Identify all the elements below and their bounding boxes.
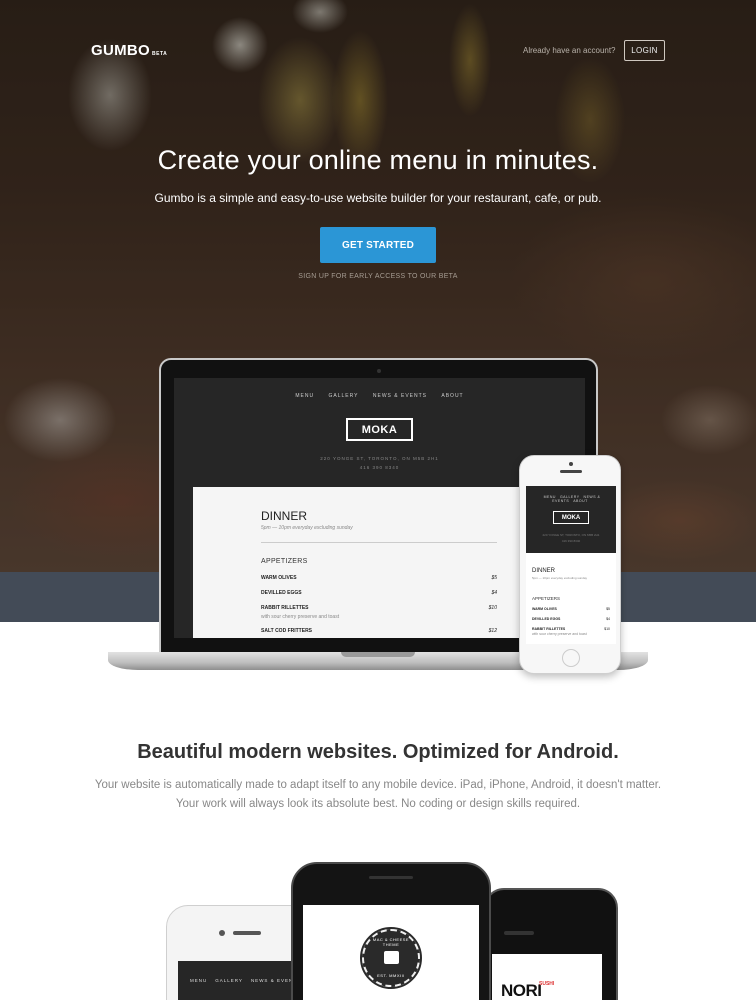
get-started-button[interactable]: GET STARTED (320, 227, 436, 263)
phone-speaker (369, 876, 413, 879)
phone-camera (569, 462, 573, 466)
account-prompt: Already have an account? (523, 46, 616, 55)
demo-brand-logo: MOKA (346, 418, 413, 441)
black-phone-screen: NORI SUSHI (492, 954, 602, 1000)
beta-badge: BETA (152, 51, 168, 57)
laptop-notch (341, 652, 415, 657)
menu-item: DEVILLED EGGS $4 (532, 617, 610, 621)
demo-nav-news: NEWS & EVENTS (372, 393, 427, 399)
menu-item: RABBIT RILLETTES $10 with sour cherry pres… (532, 627, 610, 636)
demo-nav-about: ABOUT (441, 393, 464, 399)
phone-site-nav: MENU GALLERY NEWS & EVENTS ABOUT (543, 495, 601, 503)
phone-speaker (560, 470, 582, 473)
phone-menu-section: APPETIZERS (532, 596, 561, 601)
black-phone-mockup: NORI SUSHI (484, 888, 618, 1000)
demo-menu-card: DINNER 5pm — 10pm everyday excluding sun… (193, 487, 566, 638)
phone-brand-logo: MOKA (553, 511, 589, 524)
menu-item: SALT COD FRITTERS $12 (261, 628, 497, 634)
divider (261, 542, 497, 543)
home-button (562, 649, 580, 667)
cheese-icon (384, 951, 399, 964)
phone-camera (219, 930, 225, 936)
demo-nav-menu: MENU (295, 393, 315, 399)
brand-logo[interactable]: GUMBO BETA (91, 42, 167, 59)
menu-item: WARM OLIVES $5 (532, 607, 610, 611)
menu-item: DEVILLED EGGS $4 (261, 590, 497, 596)
phone-address: 220 YONGE ST, TORONTO, ON M5B 2H1 416 39… (542, 533, 600, 543)
nori-logo: NORI (501, 981, 542, 1000)
login-button[interactable]: LOGIN (624, 40, 665, 61)
phone-speaker (504, 931, 534, 935)
hero-subheadline: Gumbo is a simple and easy-to-use websit… (154, 191, 602, 205)
nori-logo-sup: SUSHI (539, 981, 555, 987)
laptop-camera (377, 369, 381, 373)
theme-badge: MAC & CHEESE THEME EST. MMXIII (360, 927, 422, 989)
demo-site-nav: MENU GALLERY NEWS & EVENTS ABOUT (174, 393, 585, 399)
demo-menu-hours: 5pm — 10pm everyday excluding sunday (261, 525, 353, 531)
phone-speaker (233, 931, 261, 935)
android-phone-screen: MAC & CHEESE THEME EST. MMXIII (303, 905, 479, 1000)
phone-menu-hours: 5pm — 10pm everyday excluding sunday (532, 576, 588, 580)
phone-menu-title: DINNER (532, 568, 556, 574)
early-access-caption: SIGN UP FOR EARLY ACCESS TO OUR BETA (298, 273, 458, 280)
features-description: Your website is automatically made to ad… (94, 779, 662, 810)
demo-nav-gallery: GALLERY (328, 393, 359, 399)
iphone-screen: MENU GALLERY NEWS & EVENTS ABOUT MOKA 220 Y… (526, 486, 616, 644)
demo-menu-section: APPETIZERS (261, 558, 308, 565)
iphone-mockup: MENU GALLERY NEWS & EVENTS ABOUT MOKA 220 Y… (519, 455, 621, 674)
menu-item: RABBIT RILLETTES $10 with sour cherry pres… (261, 605, 497, 620)
menu-item: WARM OLIVES $5 (261, 575, 497, 581)
white-phone-screen: MENU GALLERY NEWS & EVENTS (178, 961, 306, 1000)
phone-site-header: MENU GALLERY NEWS & EVENTS ABOUT MOKA 220 Y… (526, 486, 616, 553)
hero-headline: Create your online menu in minutes. (157, 145, 599, 175)
demo-menu-title: DINNER (261, 509, 308, 523)
features-title: Beautiful modern websites. Optimized for… (137, 741, 619, 763)
android-phone-mockup: MAC & CHEESE THEME EST. MMXIII (291, 862, 491, 1000)
